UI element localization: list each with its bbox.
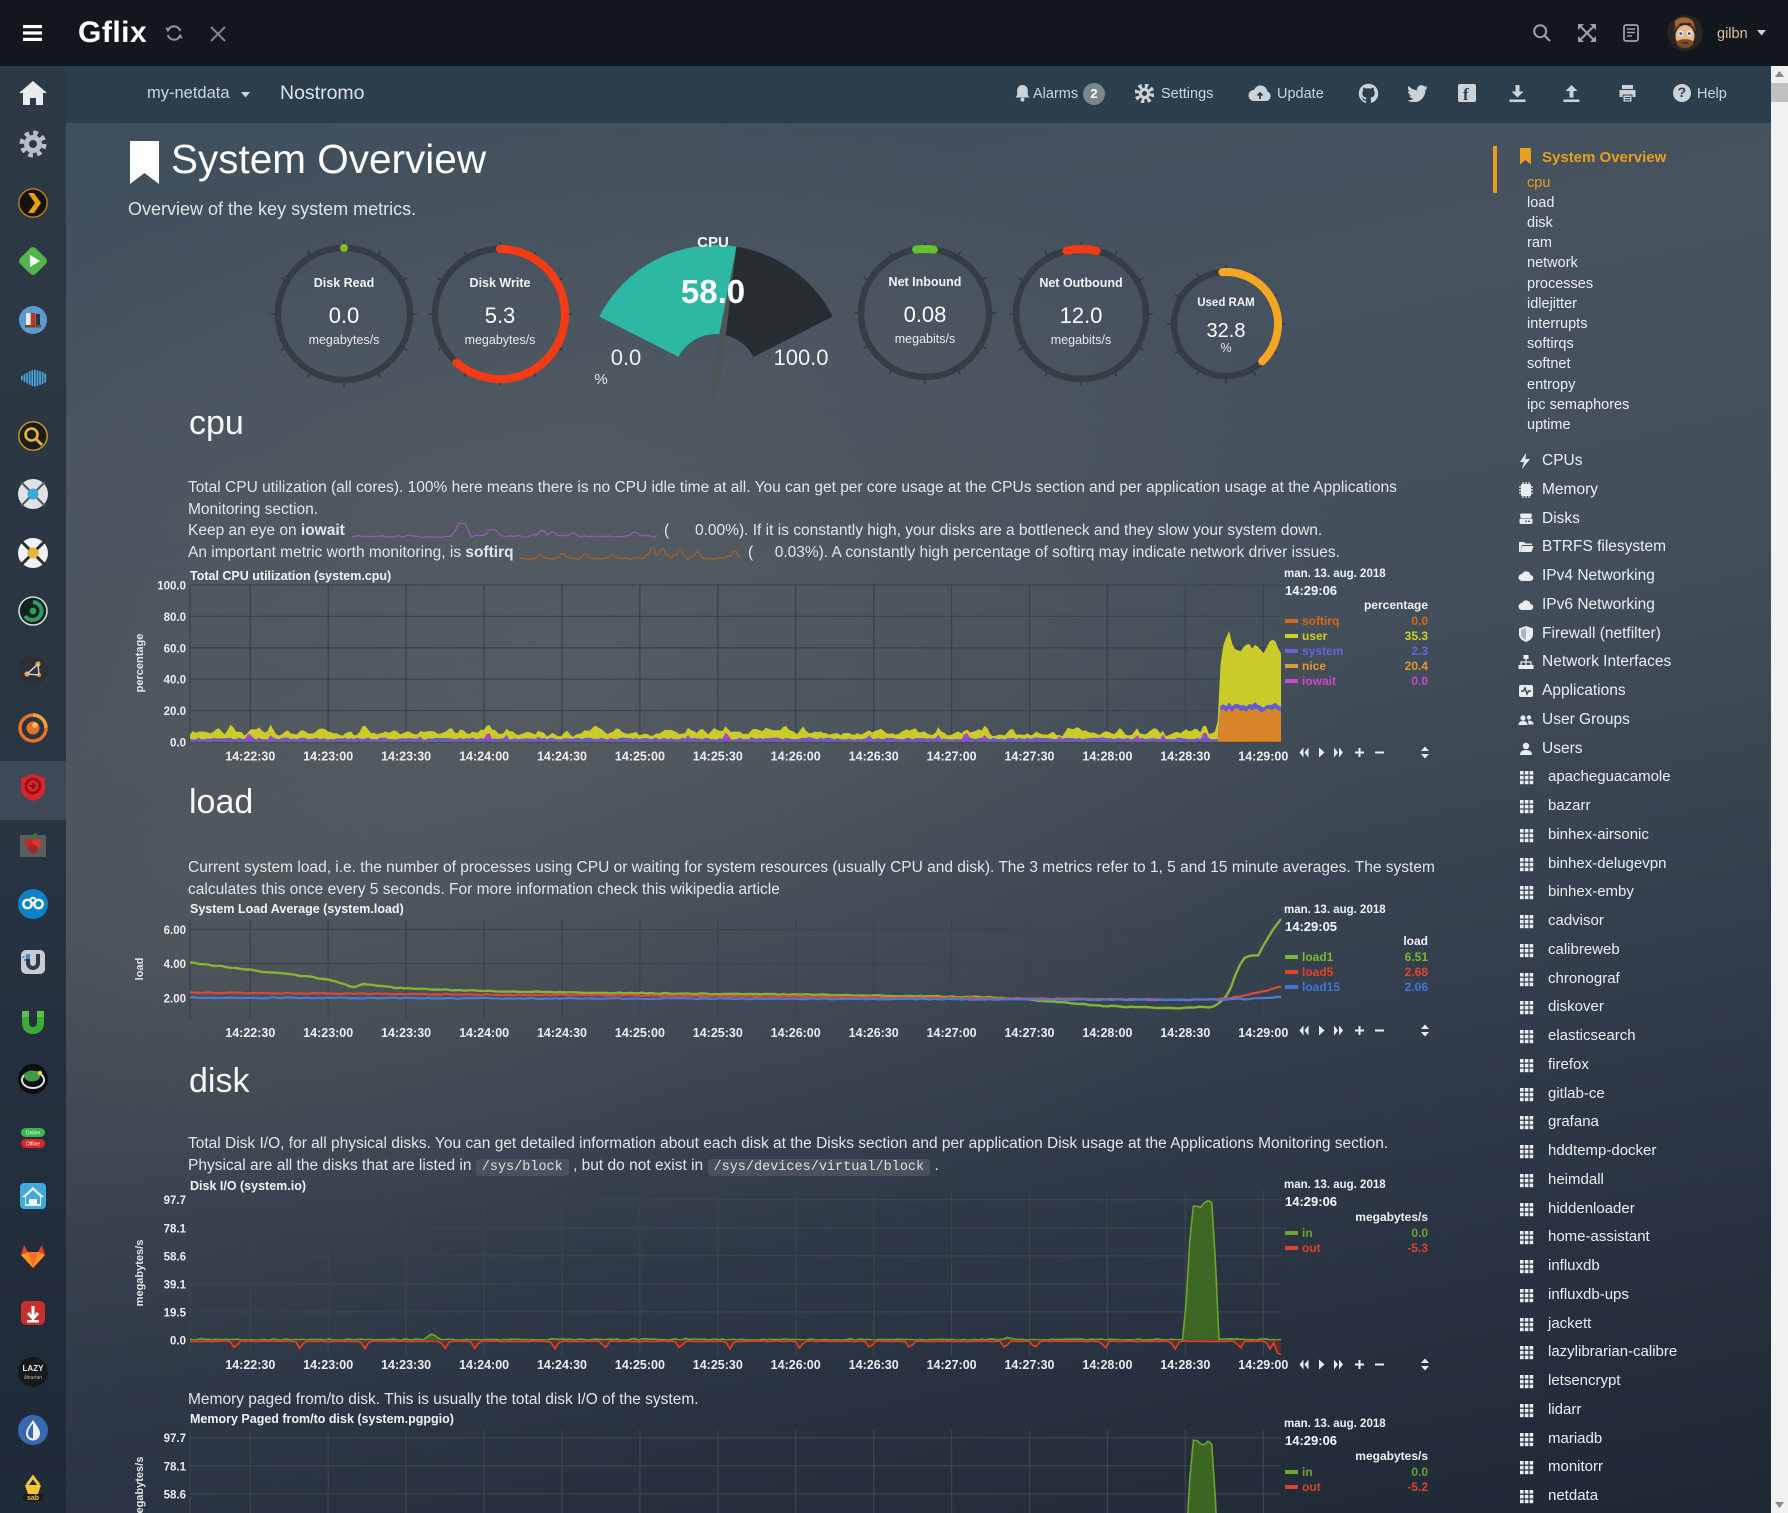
svg-text:LAZY: LAZY (23, 1364, 45, 1373)
svg-text:Offline: Offline (26, 1142, 41, 1148)
svg-text:sab: sab (27, 1495, 39, 1502)
svg-text:Online: Online (26, 1131, 41, 1137)
svg-text:librarian: librarian (24, 1375, 42, 1381)
